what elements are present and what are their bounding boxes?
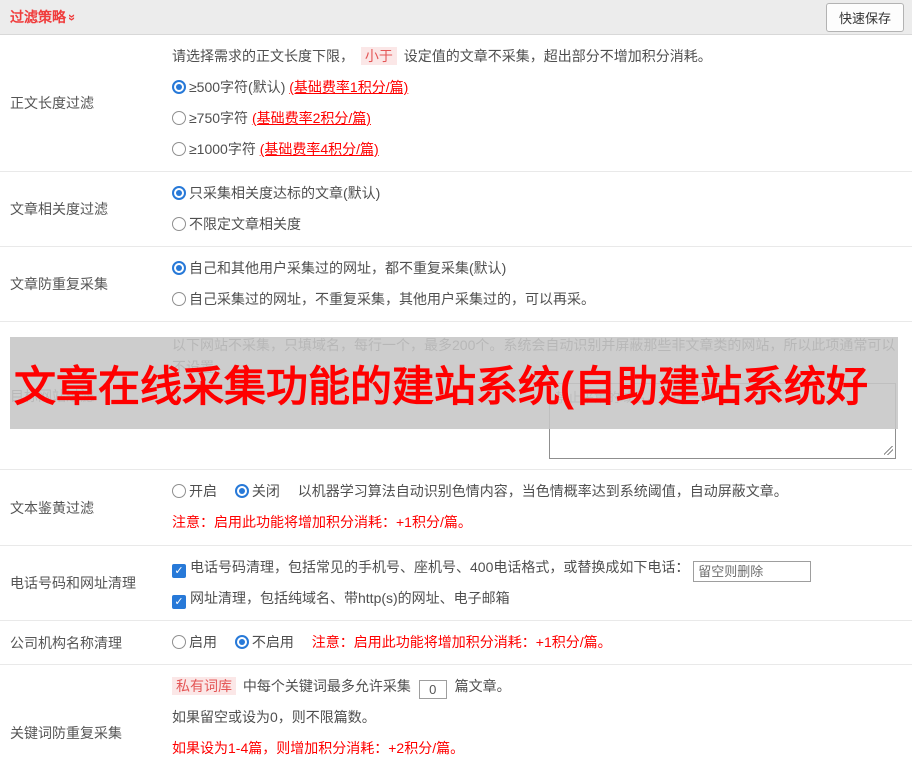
row-content: 只采集相关度达标的文章(默认) 不限定文章相关度	[172, 172, 912, 246]
topbar: 过滤策略 » 快速保存	[0, 0, 912, 35]
text-length-option-750[interactable]: ≥750字符 (基础费率2积分/篇)	[172, 103, 904, 134]
option-label: ≥500字符(默认)	[189, 79, 286, 95]
radio-checked-icon[interactable]	[172, 80, 186, 94]
quick-save-button[interactable]: 快速保存	[825, 2, 904, 32]
watermark-banner: 文章在线采集功能的建站系统(自助建站系统好	[10, 337, 898, 429]
limit-suffix: 篇文章。	[454, 678, 511, 694]
row-label: 文章相关度过滤	[10, 201, 108, 217]
url-cleanup-option[interactable]: ✓ 网址清理，包括纯域名、带http(s)的网址、电子邮箱	[172, 583, 904, 614]
text-length-option-1000[interactable]: ≥1000字符 (基础费率4积分/篇)	[172, 134, 904, 165]
option-label: 只采集相关度达标的文章(默认)	[189, 185, 381, 201]
textarea-resize-grip[interactable]	[884, 446, 893, 455]
keyword-limit-line: 私有词库 中每个关键词最多允许采集 篇文章。	[172, 671, 904, 702]
private-thesaurus-tag[interactable]: 私有词库	[172, 677, 236, 695]
porn-filter-desc: 以机器学习算法自动识别色情内容，当色情概率达到系统阈值，自动屏蔽文章。	[297, 483, 788, 499]
keyword-note-zero: 如果留空或设为0，则不限篇数。	[172, 709, 376, 725]
relevance-option-any[interactable]: 不限定文章相关度	[172, 209, 904, 240]
porn-filter-option-on[interactable]: 开启	[172, 483, 217, 499]
company-cleanup-option-on[interactable]: 启用	[172, 634, 217, 650]
row-content: 私有词库 中每个关键词最多允许采集 篇文章。 如果留空或设为0，则不限篇数。 如…	[172, 665, 912, 768]
option-label: 自己和其他用户采集过的网址，都不重复采集(默认)	[189, 260, 507, 276]
row-company-cleanup: 公司机构名称清理 启用 不启用 注意：启用此功能将增加积分消耗：+1积分/篇。	[0, 621, 912, 665]
option-fee-note: (基础费率1积分/篇)	[289, 79, 409, 95]
row-relevance-filter: 文章相关度过滤 只采集相关度达标的文章(默认) 不限定文章相关度	[0, 172, 912, 247]
row-label: 电话号码和网址清理	[10, 575, 136, 591]
relevance-option-strict[interactable]: 只采集相关度达标的文章(默认)	[172, 178, 904, 209]
radio-icon[interactable]	[172, 217, 186, 231]
porn-filter-options: 开启 关闭 以机器学习算法自动识别色情内容，当色情概率达到系统阈值，自动屏蔽文章…	[172, 476, 904, 507]
option-fee-note: (基础费率4积分/篇)	[259, 141, 379, 157]
option-label: 开启	[189, 483, 217, 499]
company-cleanup-note: 注意：启用此功能将增加积分消耗：+1积分/篇。	[311, 634, 612, 650]
row-content: 自己和其他用户采集过的网址，都不重复采集(默认) 自己采集过的网址，不重复采集，…	[172, 247, 912, 321]
row-dedup-collection: 文章防重复采集 自己和其他用户采集过的网址，都不重复采集(默认) 自己采集过的网…	[0, 247, 912, 322]
row-label: 公司机构名称清理	[10, 634, 122, 651]
dedup-option-own[interactable]: 自己采集过的网址，不重复采集，其他用户采集过的，可以再采。	[172, 284, 904, 315]
keyword-note-fee: 如果设为1-4篇，则增加积分消耗：+2积分/篇。	[172, 740, 465, 756]
row-label: 文本鉴黄过滤	[10, 499, 94, 516]
row-content: 请选择需求的正文长度下限， 小于 设定值的文章不采集，超出部分不增加积分消耗。 …	[172, 35, 912, 171]
row-label: 关键词防重复采集	[10, 725, 122, 741]
porn-filter-note: 注意：启用此功能将增加积分消耗：+1积分/篇。	[172, 514, 472, 530]
option-label: 关闭	[251, 483, 280, 499]
checkbox-label: 网址清理，包括纯域名、带http(s)的网址、电子邮箱	[190, 590, 510, 606]
watermark-banner-text: 文章在线采集功能的建站系统(自助建站系统好	[14, 362, 868, 410]
row-content: ✓ 电话号码清理，包括常见的手机号、座机号、400电话格式，或替换成如下电话： ✓…	[172, 546, 912, 620]
keyword-limit-input[interactable]	[418, 680, 447, 699]
chevron-double-down-icon: »	[65, 13, 81, 21]
radio-icon[interactable]	[172, 635, 186, 649]
option-label: 自己采集过的网址，不重复采集，其他用户采集过的，可以再采。	[189, 291, 595, 307]
text-length-option-500[interactable]: ≥500字符(默认) (基础费率1积分/篇)	[172, 72, 904, 103]
radio-icon[interactable]	[172, 111, 186, 125]
radio-checked-icon[interactable]	[234, 635, 249, 649]
radio-icon[interactable]	[172, 484, 186, 498]
company-cleanup-option-off[interactable]: 不启用	[234, 634, 294, 650]
option-label: 不启用	[251, 634, 294, 650]
porn-filter-option-off[interactable]: 关闭	[234, 483, 280, 499]
row-keyword-dedup: 关键词防重复采集 私有词库 中每个关键词最多允许采集 篇文章。 如果留空或设为0…	[0, 665, 912, 768]
filter-strategy-page: 过滤策略 » 快速保存 正文长度过滤 请选择需求的正文长度下限， 小于 设定值的…	[0, 0, 912, 768]
row-porn-filter: 文本鉴黄过滤 开启 关闭 以机器学习算法自动识别色情内容，当色情概率达到系统阈值…	[0, 470, 912, 546]
company-cleanup-options: 启用 不启用 注意：启用此功能将增加积分消耗：+1积分/篇。	[172, 627, 904, 658]
replacement-phone-input[interactable]	[693, 561, 812, 582]
dedup-option-global[interactable]: 自己和其他用户采集过的网址，都不重复采集(默认)	[172, 253, 904, 284]
limit-text: 中每个关键词最多允许采集	[242, 678, 411, 694]
checkbox-checked-icon[interactable]: ✓	[172, 595, 186, 609]
intro-prefix: 请选择需求的正文长度下限，	[172, 48, 354, 64]
row-phone-url-cleanup: 电话号码和网址清理 ✓ 电话号码清理，包括常见的手机号、座机号、400电话格式，或…	[0, 546, 912, 621]
checkbox-label: 电话号码清理，包括常见的手机号、座机号、400电话格式，或替换成如下电话：	[190, 559, 690, 575]
row-label: 文章防重复采集	[10, 276, 108, 292]
option-label: 启用	[189, 634, 217, 650]
radio-icon[interactable]	[172, 142, 186, 156]
keyword-note-five: 如果设为5篇或以上，也不会额外增加积分消耗。 注意事项»	[172, 764, 904, 768]
page-title-text: 过滤策略	[10, 9, 66, 25]
radio-checked-icon[interactable]	[234, 484, 249, 498]
row-text-length-filter: 正文长度过滤 请选择需求的正文长度下限， 小于 设定值的文章不采集，超出部分不增…	[0, 35, 912, 172]
option-fee-note: (基础费率2积分/篇)	[251, 110, 371, 126]
radio-checked-icon[interactable]	[172, 186, 186, 200]
row-content: 启用 不启用 注意：启用此功能将增加积分消耗：+1积分/篇。	[172, 621, 912, 664]
page-title[interactable]: 过滤策略 »	[10, 7, 81, 27]
phone-cleanup-option[interactable]: ✓ 电话号码清理，包括常见的手机号、座机号、400电话格式，或替换成如下电话：	[172, 552, 904, 583]
option-label: ≥1000字符	[189, 141, 256, 157]
text-length-intro: 请选择需求的正文长度下限， 小于 设定值的文章不采集，超出部分不增加积分消耗。	[172, 41, 904, 72]
option-label: ≥750字符	[189, 110, 249, 126]
checkbox-checked-icon[interactable]: ✓	[172, 564, 186, 578]
intro-suffix: 设定值的文章不采集，超出部分不增加积分消耗。	[403, 48, 712, 64]
less-than-tag: 小于	[360, 47, 397, 65]
row-content: 开启 关闭 以机器学习算法自动识别色情内容，当色情概率达到系统阈值，自动屏蔽文章…	[172, 470, 912, 545]
radio-icon[interactable]	[172, 292, 186, 306]
row-label: 正文长度过滤	[10, 95, 94, 111]
radio-checked-icon[interactable]	[172, 261, 186, 275]
option-label: 不限定文章相关度	[189, 216, 301, 232]
